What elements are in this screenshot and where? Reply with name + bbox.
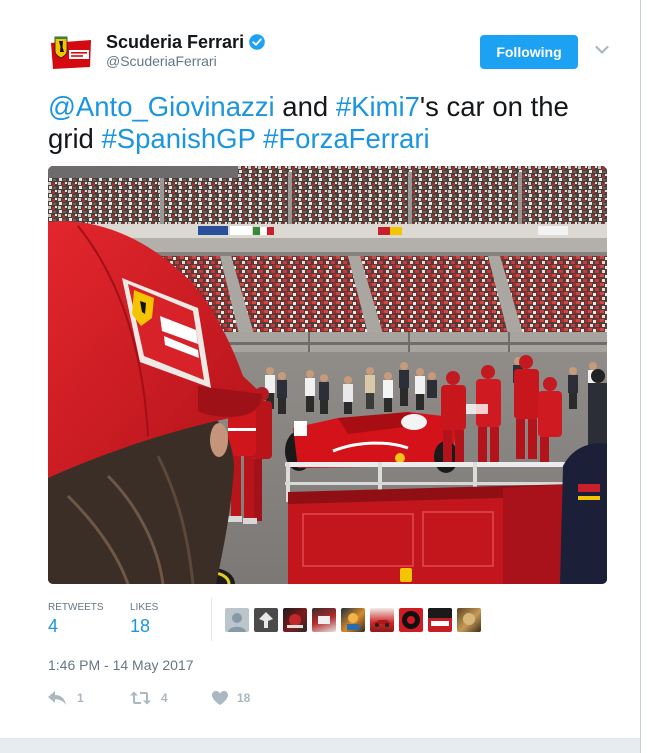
- hashtag-link[interactable]: #SpanishGP: [102, 123, 256, 154]
- heart-icon[interactable]: [212, 691, 228, 705]
- liker-avatar[interactable]: [312, 608, 336, 632]
- liker-avatar[interactable]: [254, 608, 278, 632]
- retweets-label: RETWEETS: [48, 602, 104, 613]
- tweet-text: @Anto_Giovinazzi and #Kimi7's car on the…: [48, 91, 607, 155]
- liker-avatar[interactable]: [225, 608, 249, 632]
- tweet-timestamp[interactable]: 1:46 PM - 14 May 2017: [48, 656, 194, 674]
- liker-avatar[interactable]: [399, 608, 423, 632]
- retweet-icon[interactable]: [130, 691, 151, 705]
- mention-link[interactable]: @Anto_Giovinazzi: [48, 91, 275, 122]
- following-button[interactable]: Following: [480, 35, 578, 69]
- author-handle[interactable]: @ScuderiaFerrari: [106, 52, 217, 70]
- author-name-row[interactable]: Scuderia Ferrari: [106, 31, 265, 53]
- liker-avatar[interactable]: [370, 608, 394, 632]
- ferrari-logo-icon: [47, 30, 95, 78]
- retweet-count: 4: [161, 691, 168, 705]
- reply-icon[interactable]: [48, 691, 66, 705]
- tweet-card: Scuderia Ferrari @ScuderiaFerrari Follow…: [0, 0, 641, 753]
- grid-photo-image: [48, 166, 607, 584]
- liker-avatar[interactable]: [428, 608, 452, 632]
- page-background-strip: [0, 738, 640, 753]
- author-name[interactable]: Scuderia Ferrari: [106, 31, 244, 53]
- author-avatar[interactable]: [47, 30, 95, 78]
- stats-divider: [211, 598, 212, 641]
- liker-avatar[interactable]: [283, 608, 307, 632]
- reply-count: 1: [77, 691, 84, 705]
- retweets-count[interactable]: 4: [48, 616, 58, 636]
- upper-grandstand: [48, 166, 607, 226]
- tweet-text-segment: and: [274, 91, 336, 122]
- tweet-photo[interactable]: [48, 166, 607, 584]
- hashtag-link[interactable]: #ForzaFerrari: [263, 123, 430, 154]
- likes-label: LIKES: [130, 602, 159, 613]
- likes-count[interactable]: 18: [130, 616, 150, 636]
- liker-avatar[interactable]: [457, 608, 481, 632]
- chevron-down-icon[interactable]: [595, 45, 609, 55]
- tweet-text-segment: [255, 123, 263, 154]
- red-bull-crew-member: [560, 443, 607, 584]
- liker-avatar[interactable]: [341, 608, 365, 632]
- like-count: 18: [237, 691, 251, 705]
- hashtag-link[interactable]: #Kimi7: [336, 91, 420, 122]
- verified-badge-icon: [249, 34, 265, 50]
- banner-strip: [48, 224, 607, 238]
